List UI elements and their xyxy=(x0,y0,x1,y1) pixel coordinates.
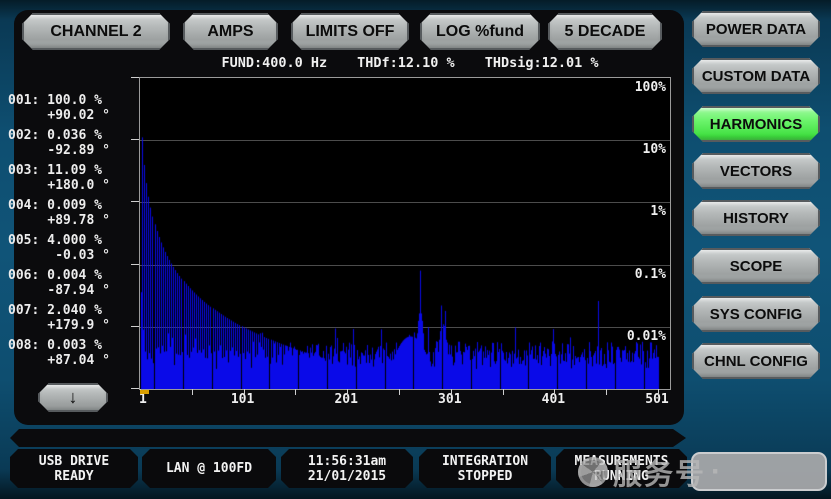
status-clock: 11:56:31am21/01/2015 xyxy=(281,449,413,488)
amps-button-label: AMPS xyxy=(207,23,253,41)
nav-vectors-button[interactable]: VECTORS xyxy=(692,153,820,189)
harmonic-entry: 007: 2.040 %+179.9 ° xyxy=(8,303,134,333)
harmonic-magnitude: 003: 11.09 % xyxy=(8,163,134,178)
y-axis-tick-label: 10% xyxy=(643,142,666,157)
status-line: 21/01/2015 xyxy=(308,469,386,484)
harmonic-phase: +87.04 ° xyxy=(8,353,110,368)
nav-power-data-button[interactable]: POWER DATA xyxy=(692,11,820,47)
status-line: READY xyxy=(54,469,93,484)
down-arrow-icon: ↓ xyxy=(69,387,78,408)
status-line: INTEGRATION xyxy=(442,454,528,469)
x-axis-tick xyxy=(399,389,400,395)
harmonic-entry: 001: 100.0 %+90.02 ° xyxy=(8,93,134,123)
softkey-bar-empty xyxy=(10,429,686,447)
x-axis-tick xyxy=(503,389,504,395)
nav-label: HARMONICS xyxy=(710,116,803,133)
harmonic-magnitude: 008: 0.003 % xyxy=(8,338,134,353)
harmonic-spectrum-canvas xyxy=(140,78,670,389)
nav-scope-button[interactable]: SCOPE xyxy=(692,248,820,284)
harmonic-phase: -92.89 ° xyxy=(8,143,110,158)
fund-frequency-value: FUND:400.0 Hz xyxy=(221,55,327,71)
status-line: MEASUREMENTS xyxy=(575,454,669,469)
x-axis-tick xyxy=(192,389,193,395)
nav-label: CUSTOM DATA xyxy=(702,68,810,85)
y-axis-tick-label: 100% xyxy=(635,80,666,95)
y-axis-tick-label: 1% xyxy=(650,204,666,219)
status-integration: INTEGRATIONSTOPPED xyxy=(419,449,551,488)
nav-label: VECTORS xyxy=(720,163,792,180)
bottom-right-blank-plate xyxy=(691,452,827,491)
measurement-readout: FUND:400.0 Hz THDf:12.10 % THDsig:12.01 … xyxy=(140,55,680,71)
nav-label: SYS CONFIG xyxy=(710,306,803,323)
thdf-value: THDf:12.10 % xyxy=(357,55,455,71)
harmonic-cursor-marker[interactable] xyxy=(140,390,149,394)
harmonic-phase: +90.02 ° xyxy=(8,108,110,123)
decade-button-label: 5 DECADE xyxy=(565,23,646,41)
x-axis-tick xyxy=(606,389,607,395)
status-line: USB DRIVE xyxy=(39,454,109,469)
y-axis-tick-label: 0.01% xyxy=(627,329,666,344)
harmonic-entry: 005: 4.000 %-0.03 ° xyxy=(8,233,134,263)
harmonic-phase: +179.9 ° xyxy=(8,318,110,333)
y-axis-tick xyxy=(131,326,139,327)
x-axis-tick xyxy=(658,389,659,395)
nav-harmonics-button[interactable]: HARMONICS xyxy=(692,106,820,142)
harmonic-spectrum-chart: 100% 10% 1% 0.1% 0.01% xyxy=(139,77,671,390)
harmonic-phase: -0.03 ° xyxy=(8,248,110,263)
harmonic-phase: +180.0 ° xyxy=(8,178,110,193)
y-axis-tick xyxy=(131,139,139,140)
y-axis-tick xyxy=(131,201,139,202)
status-usb: USB DRIVEREADY xyxy=(10,449,138,488)
limits-button[interactable]: LIMITS OFF xyxy=(291,13,409,50)
x-axis-tick xyxy=(295,389,296,395)
log-scale-button-label: LOG %fund xyxy=(436,23,524,41)
nav-label: POWER DATA xyxy=(706,21,806,38)
harmonic-entry: 004: 0.009 %+89.78 ° xyxy=(8,198,134,228)
channel-button[interactable]: CHANNEL 2 xyxy=(22,13,170,50)
amps-button[interactable]: AMPS xyxy=(183,13,278,50)
scroll-harmonics-down-button[interactable]: ↓ xyxy=(38,383,108,412)
harmonic-magnitude: 004: 0.009 % xyxy=(8,198,134,213)
harmonic-magnitude: 002: 0.036 % xyxy=(8,128,134,143)
y-axis-tick xyxy=(131,77,139,78)
y-axis-tick xyxy=(131,388,139,389)
x-axis-tick xyxy=(451,389,452,395)
harmonics-readout-list: 001: 100.0 %+90.02 ° 002: 0.036 %-92.89 … xyxy=(8,93,134,373)
status-line: LAN @ 100FD xyxy=(166,461,252,476)
harmonic-entry: 002: 0.036 %-92.89 ° xyxy=(8,128,134,158)
harmonic-phase: +89.78 ° xyxy=(8,213,110,228)
nav-chnl-config-button[interactable]: CHNL CONFIG xyxy=(692,343,820,379)
status-lan: LAN @ 100FD xyxy=(142,449,276,488)
thdsig-value: THDsig:12.01 % xyxy=(485,55,599,71)
harmonic-entry: 008: 0.003 %+87.04 ° xyxy=(8,338,134,368)
y-axis-tick-label: 0.1% xyxy=(635,267,666,282)
x-axis-tick xyxy=(244,389,245,395)
nav-history-button[interactable]: HISTORY xyxy=(692,200,820,236)
status-line: RUNNING xyxy=(594,469,649,484)
status-measurements: MEASUREMENTSRUNNING xyxy=(556,449,687,488)
y-axis-tick xyxy=(131,264,139,265)
x-axis-ticks xyxy=(140,389,672,396)
nav-custom-data-button[interactable]: CUSTOM DATA xyxy=(692,58,820,94)
nav-label: SCOPE xyxy=(730,258,783,275)
harmonic-magnitude: 005: 4.000 % xyxy=(8,233,134,248)
log-scale-button[interactable]: LOG %fund xyxy=(420,13,540,50)
limits-button-label: LIMITS OFF xyxy=(306,23,395,41)
x-axis-tick xyxy=(347,389,348,395)
x-axis-tick xyxy=(554,389,555,395)
harmonic-entry: 003: 11.09 %+180.0 ° xyxy=(8,163,134,193)
nav-sys-config-button[interactable]: SYS CONFIG xyxy=(692,296,820,332)
channel-button-label: CHANNEL 2 xyxy=(50,23,141,41)
decade-button[interactable]: 5 DECADE xyxy=(548,13,662,50)
harmonic-entry: 006: 0.004 %-87.94 ° xyxy=(8,268,134,298)
status-line: STOPPED xyxy=(458,469,513,484)
harmonic-phase: -87.94 ° xyxy=(8,283,110,298)
harmonic-magnitude: 007: 2.040 % xyxy=(8,303,134,318)
nav-label: CHNL CONFIG xyxy=(704,353,808,370)
status-line: 11:56:31am xyxy=(308,454,386,469)
nav-label: HISTORY xyxy=(723,210,789,227)
harmonic-magnitude: 001: 100.0 % xyxy=(8,93,134,108)
harmonic-magnitude: 006: 0.004 % xyxy=(8,268,134,283)
